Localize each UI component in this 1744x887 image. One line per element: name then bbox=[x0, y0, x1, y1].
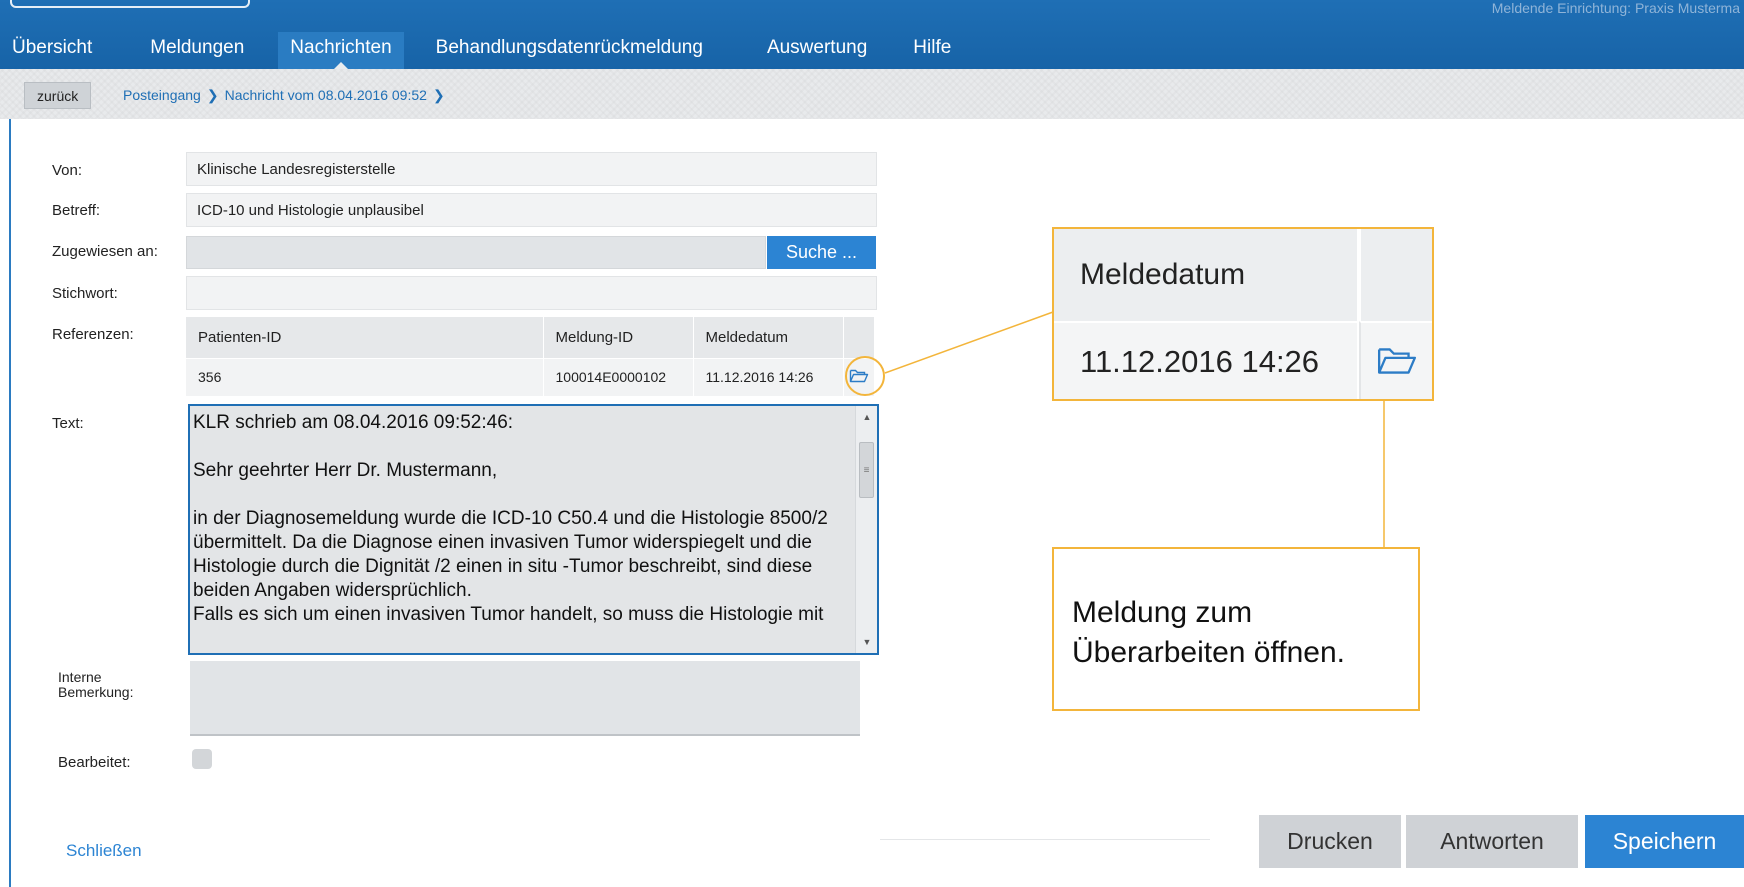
zoom-folder-cell bbox=[1359, 321, 1432, 399]
callout-connector bbox=[884, 311, 1385, 548]
app-window: Meldende Einrichtung: Praxis Musterma Üb… bbox=[0, 0, 1744, 887]
zoom-header-report-date: Meldedatum bbox=[1054, 229, 1357, 321]
annotation-note-text: Meldung zum Überarbeiten öffnen. bbox=[1072, 596, 1345, 669]
zoom-callout: Meldedatum 11.12.2016 14:26 bbox=[1052, 227, 1434, 401]
zoom-header-actions bbox=[1359, 229, 1432, 321]
zoom-report-date-value: 11.12.2016 14:26 bbox=[1054, 321, 1357, 399]
annotation-note: Meldung zum Überarbeiten öffnen. bbox=[1052, 547, 1420, 711]
folder-open-icon bbox=[1377, 348, 1416, 374]
